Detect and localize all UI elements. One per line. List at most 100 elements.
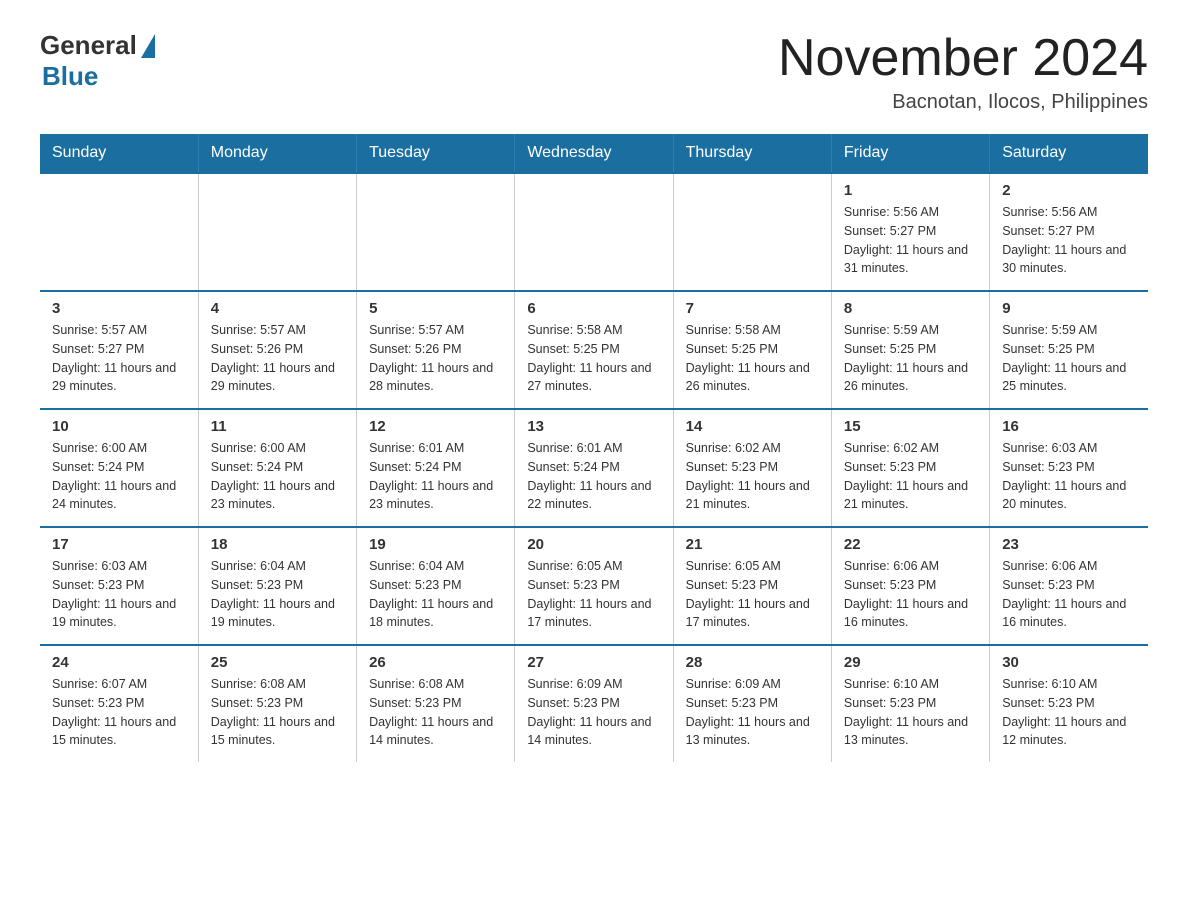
calendar-header-thursday: Thursday	[673, 134, 831, 173]
calendar-cell: 10 Sunrise: 6:00 AMSunset: 5:24 PMDayligh…	[40, 409, 198, 527]
calendar-header-friday: Friday	[831, 134, 989, 173]
calendar-cell: 8 Sunrise: 5:59 AMSunset: 5:25 PMDaylight…	[831, 291, 989, 409]
day-info: Sunrise: 5:57 AMSunset: 5:27 PMDaylight:…	[52, 321, 186, 396]
calendar-cell: 25 Sunrise: 6:08 AMSunset: 5:23 PMDayligh…	[198, 645, 356, 762]
calendar-cell: 20 Sunrise: 6:05 AMSunset: 5:23 PMDayligh…	[515, 527, 673, 645]
day-number: 19	[369, 536, 502, 553]
page-header: General Blue November 2024 Bacnotan, Ilo…	[40, 30, 1148, 114]
calendar-cell: 14 Sunrise: 6:02 AMSunset: 5:23 PMDayligh…	[673, 409, 831, 527]
day-number: 16	[1002, 418, 1136, 435]
day-number: 29	[844, 654, 977, 671]
calendar-cell: 21Sunrise: 6:05 AMSunset: 5:23 PMDayligh…	[673, 527, 831, 645]
calendar-cell: 9Sunrise: 5:59 AMSunset: 5:25 PMDaylight…	[990, 291, 1148, 409]
day-info: Sunrise: 6:10 AMSunset: 5:23 PMDaylight:…	[844, 675, 977, 750]
day-number: 8	[844, 300, 977, 317]
day-number: 27	[527, 654, 660, 671]
day-info: Sunrise: 5:57 AMSunset: 5:26 PMDaylight:…	[369, 321, 502, 396]
calendar-cell: 30Sunrise: 6:10 AMSunset: 5:23 PMDayligh…	[990, 645, 1148, 762]
calendar-week-row: 24Sunrise: 6:07 AMSunset: 5:23 PMDayligh…	[40, 645, 1148, 762]
day-number: 17	[52, 536, 186, 553]
calendar-week-row: 1 Sunrise: 5:56 AMSunset: 5:27 PMDaylight…	[40, 173, 1148, 291]
calendar-cell: 15 Sunrise: 6:02 AMSunset: 5:23 PMDayligh…	[831, 409, 989, 527]
day-number: 20	[527, 536, 660, 553]
day-info: Sunrise: 5:56 AMSunset: 5:27 PMDaylight:…	[1002, 203, 1136, 278]
day-info: Sunrise: 6:05 AMSunset: 5:23 PMDaylight:…	[686, 557, 819, 632]
day-info: Sunrise: 5:59 AMSunset: 5:25 PMDaylight:…	[844, 321, 977, 396]
day-info: Sunrise: 6:00 AMSunset: 5:24 PMDaylight:…	[211, 439, 344, 514]
day-number: 2	[1002, 182, 1136, 199]
calendar-cell: 5 Sunrise: 5:57 AMSunset: 5:26 PMDaylight…	[357, 291, 515, 409]
day-info: Sunrise: 6:09 AMSunset: 5:23 PMDaylight:…	[527, 675, 660, 750]
day-info: Sunrise: 5:56 AMSunset: 5:27 PMDaylight:…	[844, 203, 977, 278]
calendar-header-row: SundayMondayTuesdayWednesdayThursdayFrid…	[40, 134, 1148, 173]
day-info: Sunrise: 6:08 AMSunset: 5:23 PMDaylight:…	[369, 675, 502, 750]
day-info: Sunrise: 6:03 AMSunset: 5:23 PMDaylight:…	[52, 557, 186, 632]
day-info: Sunrise: 6:06 AMSunset: 5:23 PMDaylight:…	[1002, 557, 1136, 632]
day-info: Sunrise: 6:01 AMSunset: 5:24 PMDaylight:…	[527, 439, 660, 514]
day-number: 30	[1002, 654, 1136, 671]
calendar-cell: 19 Sunrise: 6:04 AMSunset: 5:23 PMDayligh…	[357, 527, 515, 645]
day-number: 9	[1002, 300, 1136, 317]
logo: General Blue	[40, 30, 155, 92]
page-subtitle: Bacnotan, Ilocos, Philippines	[778, 91, 1148, 114]
day-info: Sunrise: 6:00 AMSunset: 5:24 PMDaylight:…	[52, 439, 186, 514]
calendar-cell	[198, 173, 356, 291]
day-number: 10	[52, 418, 186, 435]
day-number: 12	[369, 418, 502, 435]
day-number: 25	[211, 654, 344, 671]
day-info: Sunrise: 5:57 AMSunset: 5:26 PMDaylight:…	[211, 321, 344, 396]
day-info: Sunrise: 6:01 AMSunset: 5:24 PMDaylight:…	[369, 439, 502, 514]
calendar-header-tuesday: Tuesday	[357, 134, 515, 173]
day-number: 28	[686, 654, 819, 671]
day-number: 6	[527, 300, 660, 317]
calendar-cell: 13Sunrise: 6:01 AMSunset: 5:24 PMDayligh…	[515, 409, 673, 527]
calendar-cell: 6Sunrise: 5:58 AMSunset: 5:25 PMDaylight…	[515, 291, 673, 409]
calendar-cell: 7 Sunrise: 5:58 AMSunset: 5:25 PMDaylight…	[673, 291, 831, 409]
calendar-week-row: 17 Sunrise: 6:03 AMSunset: 5:23 PMDayligh…	[40, 527, 1148, 645]
day-info: Sunrise: 6:08 AMSunset: 5:23 PMDaylight:…	[211, 675, 344, 750]
calendar-header-sunday: Sunday	[40, 134, 198, 173]
day-info: Sunrise: 6:04 AMSunset: 5:23 PMDaylight:…	[211, 557, 344, 632]
calendar-cell	[515, 173, 673, 291]
day-info: Sunrise: 6:03 AMSunset: 5:23 PMDaylight:…	[1002, 439, 1136, 514]
day-number: 3	[52, 300, 186, 317]
calendar-cell	[357, 173, 515, 291]
calendar-cell: 28 Sunrise: 6:09 AMSunset: 5:23 PMDayligh…	[673, 645, 831, 762]
calendar-cell: 18 Sunrise: 6:04 AMSunset: 5:23 PMDayligh…	[198, 527, 356, 645]
day-number: 7	[686, 300, 819, 317]
calendar-cell: 26 Sunrise: 6:08 AMSunset: 5:23 PMDayligh…	[357, 645, 515, 762]
day-info: Sunrise: 6:02 AMSunset: 5:23 PMDaylight:…	[844, 439, 977, 514]
day-info: Sunrise: 6:06 AMSunset: 5:23 PMDaylight:…	[844, 557, 977, 632]
calendar-cell: 27 Sunrise: 6:09 AMSunset: 5:23 PMDayligh…	[515, 645, 673, 762]
day-info: Sunrise: 6:04 AMSunset: 5:23 PMDaylight:…	[369, 557, 502, 632]
day-info: Sunrise: 6:07 AMSunset: 5:23 PMDaylight:…	[52, 675, 186, 750]
calendar-cell	[673, 173, 831, 291]
calendar-week-row: 3 Sunrise: 5:57 AMSunset: 5:27 PMDaylight…	[40, 291, 1148, 409]
page-title: November 2024	[778, 30, 1148, 87]
logo-general-text: General	[40, 30, 137, 61]
day-info: Sunrise: 6:05 AMSunset: 5:23 PMDaylight:…	[527, 557, 660, 632]
calendar-cell	[40, 173, 198, 291]
calendar-cell: 11 Sunrise: 6:00 AMSunset: 5:24 PMDayligh…	[198, 409, 356, 527]
day-number: 23	[1002, 536, 1136, 553]
day-number: 15	[844, 418, 977, 435]
day-info: Sunrise: 6:09 AMSunset: 5:23 PMDaylight:…	[686, 675, 819, 750]
day-number: 5	[369, 300, 502, 317]
day-number: 14	[686, 418, 819, 435]
logo-blue-text: Blue	[42, 61, 98, 92]
calendar-week-row: 10 Sunrise: 6:00 AMSunset: 5:24 PMDayligh…	[40, 409, 1148, 527]
calendar-cell: 4Sunrise: 5:57 AMSunset: 5:26 PMDaylight…	[198, 291, 356, 409]
calendar-cell: 23 Sunrise: 6:06 AMSunset: 5:23 PMDayligh…	[990, 527, 1148, 645]
calendar-header-wednesday: Wednesday	[515, 134, 673, 173]
day-number: 18	[211, 536, 344, 553]
calendar-cell: 12 Sunrise: 6:01 AMSunset: 5:24 PMDayligh…	[357, 409, 515, 527]
calendar-cell: 29 Sunrise: 6:10 AMSunset: 5:23 PMDayligh…	[831, 645, 989, 762]
day-number: 1	[844, 182, 977, 199]
day-number: 11	[211, 418, 344, 435]
calendar-cell: 1 Sunrise: 5:56 AMSunset: 5:27 PMDaylight…	[831, 173, 989, 291]
day-number: 26	[369, 654, 502, 671]
calendar-cell: 17 Sunrise: 6:03 AMSunset: 5:23 PMDayligh…	[40, 527, 198, 645]
day-info: Sunrise: 5:58 AMSunset: 5:25 PMDaylight:…	[686, 321, 819, 396]
calendar-header-saturday: Saturday	[990, 134, 1148, 173]
day-info: Sunrise: 6:02 AMSunset: 5:23 PMDaylight:…	[686, 439, 819, 514]
